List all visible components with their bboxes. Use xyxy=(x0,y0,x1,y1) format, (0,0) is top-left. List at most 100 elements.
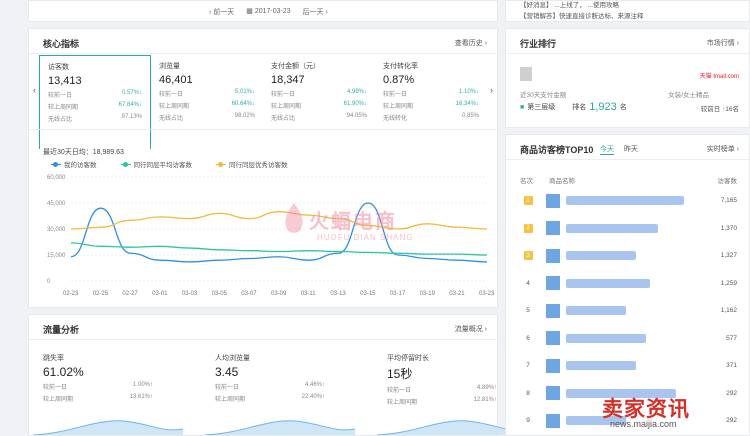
tmall-logo: 天猫 tmall.com xyxy=(699,74,739,80)
market-link[interactable]: 市场行情 › xyxy=(707,38,739,48)
visitor-count: 1,327 xyxy=(720,252,737,259)
visitor-count: 1,259 xyxy=(720,279,737,287)
metric-label: 浏览量 xyxy=(159,63,180,70)
top10-row[interactable]: 4 1,259 xyxy=(518,270,737,297)
top10-row[interactable]: 6 577 xyxy=(518,325,737,352)
watermark-corner-sub: news.maijia.com xyxy=(610,419,677,429)
metric-row: 较前一日 5.01%↓ xyxy=(159,89,255,98)
x-tick-label: 03-07 xyxy=(241,291,257,297)
legend-item[interactable]: 同行同层优秀访客数 xyxy=(216,159,288,169)
product-thumbnail xyxy=(546,413,560,428)
flow-sparkline xyxy=(205,420,355,435)
col-name: 商品名称 xyxy=(549,178,575,185)
visitor-count: 292 xyxy=(726,389,737,397)
top10-row[interactable]: 1 7,165 xyxy=(518,187,737,214)
realtime-link-label: 实时榜单 xyxy=(706,146,735,153)
product-thumbnail xyxy=(546,248,560,263)
metric-tab[interactable]: 访客数 13,413 较前一日 0.57%↓ 较上周同期 67.84%↓ 无线占比 97.1… xyxy=(39,55,151,149)
realtime-link[interactable]: 实时榜单 › xyxy=(707,144,739,154)
core-metrics-title: 核心指标 xyxy=(43,39,80,49)
next-day-button[interactable]: 后一天 › xyxy=(303,7,328,17)
core-metrics-card: 核心指标 查看历史 › ‹ › 访客数 13,413 较前一日 0.57%↓ 较上周同… xyxy=(28,28,498,308)
notice-item[interactable]: 【营销解答】快速直接诊断达标、来源注释 xyxy=(520,10,644,20)
flame-logo xyxy=(285,203,303,233)
x-tick-label: 03-19 xyxy=(420,291,436,297)
visitor-count: 1,162 xyxy=(720,307,737,314)
calendar-icon: ▦ xyxy=(246,8,253,15)
metric-row: 较前一日 1.10%↓ xyxy=(383,89,479,98)
prev-day-button[interactable]: ‹ 前一天 xyxy=(209,7,234,17)
rank-suffix: 名 xyxy=(619,104,627,111)
watermark-center: 火蝠电商 xyxy=(309,211,397,233)
medal-icon: ■ xyxy=(520,103,525,111)
metric-row: 无线占比 94.05% xyxy=(271,113,367,122)
y-tick-label: 15,000 xyxy=(47,253,66,259)
metric-value: 13,413 xyxy=(48,75,82,87)
market-link-label: 市场行情 xyxy=(706,40,735,47)
flow-analysis-card: 流量分析 流量概况 › 跳失率 61.02% 较前一日 1.00%↑ 较上周同期 1… xyxy=(28,314,527,436)
recent-label: 近30天支付金额 xyxy=(520,92,567,99)
visitor-count: 1,370 xyxy=(720,224,737,232)
product-name-blurred xyxy=(566,223,658,233)
metric-value: 18,347 xyxy=(271,74,305,86)
legend-item[interactable]: 同行同层平均访客数 xyxy=(120,159,192,169)
product-thumbnail xyxy=(546,276,560,290)
x-tick-label: 03-09 xyxy=(271,291,287,297)
x-tick-label: 03-17 xyxy=(390,291,406,297)
rank-number: 5 xyxy=(526,307,530,314)
metric-row: 较上周同期 60.64%↓ xyxy=(159,101,255,110)
visitor-count: 7,165 xyxy=(720,197,737,204)
product-name-blurred xyxy=(566,361,636,370)
medal-icon: 3 xyxy=(523,251,533,260)
x-tick-label: 02-25 xyxy=(93,291,109,297)
history-link[interactable]: 查看历史 › xyxy=(455,38,487,48)
metric-row: 无线占比 98.02% xyxy=(159,113,255,122)
x-tick-label: 03-05 xyxy=(212,291,228,297)
product-thumbnail xyxy=(546,221,560,235)
visitor-count: 577 xyxy=(726,334,737,342)
visitor-count: 292 xyxy=(726,417,737,424)
metric-row: 较前一日 0.57%↓ xyxy=(48,90,142,99)
prev-metrics-button[interactable]: ‹ xyxy=(33,85,36,95)
watermark-center-sub: HUOFU DIAN SHANG xyxy=(317,233,414,242)
metric-tab[interactable]: 支付金额（元） 18,347 较前一日 4.98%↓ 较上周同期 61.90%↓ 无线占比… xyxy=(263,55,375,149)
x-tick-label: 03-15 xyxy=(360,291,376,297)
tab-today[interactable]: 今天 xyxy=(600,144,614,155)
metric-tab[interactable]: 浏览量 46,401 较前一日 5.01%↓ 较上周同期 60.64%↓ 无线占比 98.0… xyxy=(151,55,263,149)
metric-value: 0.87% xyxy=(383,74,415,86)
x-tick-label: 03-11 xyxy=(301,291,317,297)
x-tick-label: 03-13 xyxy=(330,291,346,297)
visitor-count: 371 xyxy=(726,362,737,369)
next-day-label: 后一天 xyxy=(302,9,324,16)
x-tick-label: 03-21 xyxy=(449,291,465,297)
next-metrics-button[interactable]: › xyxy=(490,85,493,95)
top10-row[interactable]: 5 1,162 xyxy=(518,297,737,324)
product-thumbnail xyxy=(546,193,560,208)
prev-day-label: 前一天 xyxy=(213,9,235,16)
metric-value: 46,401 xyxy=(159,74,193,86)
metric-row: 较上周同期 67.84%↓ xyxy=(48,102,142,111)
metric-row: 无线转化 0.85% xyxy=(383,113,479,122)
top10-row[interactable]: 2 1,370 xyxy=(518,215,737,242)
medal-icon: 1 xyxy=(523,196,533,205)
product-name-blurred xyxy=(566,278,650,288)
compare-value: 16名 xyxy=(725,106,739,113)
x-tick-label: 03-03 xyxy=(182,291,198,297)
x-tick-label: 02-27 xyxy=(122,291,138,297)
date-picker[interactable]: ▦ 2017-03-23 xyxy=(246,7,290,17)
level-label: 第三层级 xyxy=(527,104,556,111)
legend-item[interactable]: 我的访客数 xyxy=(51,159,97,169)
product-name-blurred xyxy=(566,333,646,343)
metric-label: 访客数 xyxy=(48,64,69,71)
x-tick-label: 03-01 xyxy=(152,291,168,297)
top10-row[interactable]: 7 371 xyxy=(518,352,737,379)
tab-yesterday[interactable]: 昨天 xyxy=(624,144,638,155)
metric-tab[interactable]: 支付转化率 0.87% 较前一日 1.10%↓ 较上周同期 16.34%↓ 无线转化 0.8… xyxy=(375,55,487,149)
flow-link-label: 流量概况 xyxy=(454,326,483,333)
top10-row[interactable]: 3 1,327 xyxy=(518,242,737,269)
y-tick-label: 30,000 xyxy=(47,227,66,233)
chart-legend: 我的访客数 同行同层平均访客数 同行同层优秀访客数 xyxy=(51,159,288,169)
notice-item[interactable]: 【好消息】 ...上线了， ...使用攻略 xyxy=(520,0,619,9)
flow-overview-link[interactable]: 流量概况 › xyxy=(455,324,487,334)
product-thumbnail xyxy=(546,331,560,345)
